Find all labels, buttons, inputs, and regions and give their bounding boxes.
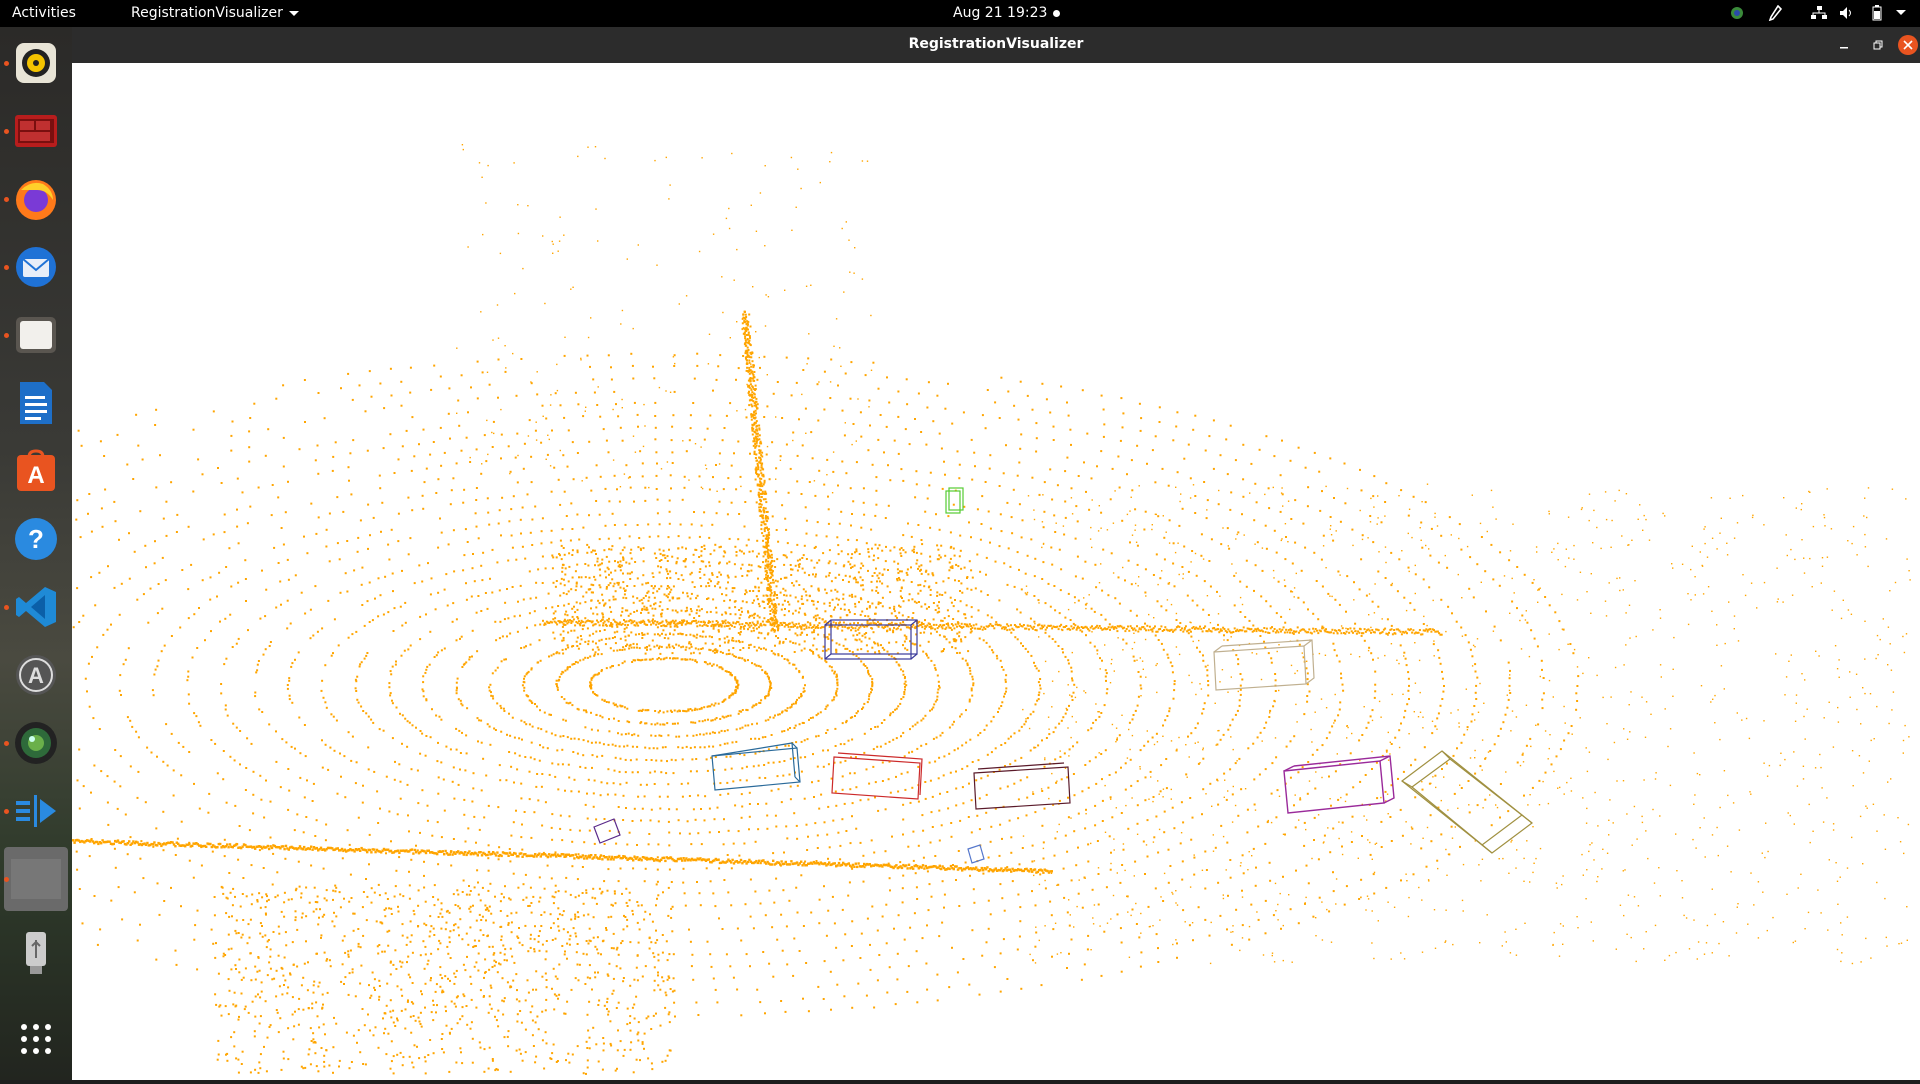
dock-software-updater[interactable]: A — [8, 647, 64, 703]
volume-icon[interactable] — [1838, 4, 1856, 22]
network-icon[interactable] — [1810, 4, 1828, 22]
bbox-car-4[interactable] — [973, 762, 1071, 810]
chevron-down-icon[interactable] — [1893, 4, 1909, 22]
dock-rhythmbox[interactable] — [8, 35, 64, 91]
running-indicator — [4, 129, 9, 134]
vscode-icon — [16, 587, 56, 627]
battery-icon[interactable] — [1868, 4, 1886, 22]
chevron-down-icon — [288, 10, 299, 16]
dock-writer[interactable] — [8, 375, 64, 431]
dock-terminal[interactable] — [8, 103, 64, 159]
dock-thunderbird[interactable] — [8, 239, 64, 295]
help-icon: ? — [15, 518, 57, 560]
show-applications-button[interactable] — [8, 1011, 64, 1067]
bbox-cyclist-2[interactable] — [967, 844, 985, 864]
window-thumb-icon — [11, 859, 61, 899]
app-menu[interactable]: RegistrationVisualizer — [131, 5, 299, 21]
mail-icon — [16, 247, 56, 287]
dock-usb-drive[interactable] — [8, 925, 64, 981]
maximize-button[interactable] — [1868, 35, 1888, 55]
running-indicator — [4, 809, 9, 814]
dock-software[interactable]: A — [8, 443, 64, 499]
pen-icon[interactable] — [1766, 4, 1784, 22]
speaker-icon — [16, 43, 56, 83]
point-cloud-viewport[interactable] — [72, 63, 1920, 1080]
folder-icon — [16, 317, 56, 353]
bounding-boxes — [593, 487, 1533, 864]
close-button[interactable] — [1898, 35, 1918, 55]
activities-button[interactable]: Activities — [12, 5, 76, 21]
running-indicator — [4, 333, 9, 338]
app-window: RegistrationVisualizer — [72, 27, 1920, 1080]
dock-firefox[interactable] — [8, 171, 64, 227]
point-cloud[interactable] — [72, 63, 1920, 1080]
svg-text:A: A — [28, 663, 44, 688]
svg-text:A: A — [27, 462, 44, 489]
running-indicator — [4, 605, 9, 610]
title-bar[interactable]: RegistrationVisualizer — [72, 27, 1920, 63]
notification-dot — [1053, 10, 1060, 17]
updater-icon: A — [16, 655, 56, 695]
bbox-cyclist-1[interactable] — [593, 818, 621, 844]
bbox-pedestrian-1[interactable] — [945, 487, 964, 514]
running-indicator — [4, 197, 9, 202]
close-icon — [1903, 40, 1913, 50]
svg-text:?: ? — [28, 524, 44, 554]
terminal-icon — [15, 115, 57, 147]
dock: A ? A — [0, 27, 72, 1080]
running-indicator — [4, 741, 9, 746]
arrow-icon — [16, 795, 56, 827]
dock-registration-visualizer[interactable] — [4, 847, 68, 911]
dock-vscode[interactable] — [8, 579, 64, 635]
minimize-button[interactable] — [1834, 35, 1854, 55]
lidar-points — [72, 144, 1911, 1075]
minimize-icon — [1840, 47, 1848, 49]
bbox-car-2[interactable] — [711, 742, 801, 791]
bbox-car-6[interactable] — [1283, 755, 1395, 814]
running-indicator — [4, 265, 9, 270]
store-icon: A — [17, 449, 55, 491]
document-icon — [20, 382, 52, 424]
running-indicator — [4, 61, 9, 66]
bbox-truck-1[interactable] — [1401, 750, 1533, 854]
restore-icon — [1873, 40, 1883, 50]
clock[interactable]: Aug 21 19:23 — [953, 5, 1047, 21]
dock-camera[interactable] — [8, 715, 64, 771]
firefox-icon — [16, 180, 56, 220]
chrome-icon[interactable] — [1728, 4, 1746, 22]
running-indicator — [4, 877, 9, 882]
dock-files[interactable] — [8, 307, 64, 363]
top-bar: Activities RegistrationVisualizer Aug 21… — [0, 0, 1920, 27]
usb-icon — [26, 932, 46, 974]
app-menu-label: RegistrationVisualizer — [131, 5, 283, 21]
window-title: RegistrationVisualizer — [908, 36, 1084, 52]
grid-icon — [21, 1024, 51, 1054]
bbox-car-5[interactable] — [1213, 639, 1315, 691]
dock-help[interactable]: ? — [8, 511, 64, 567]
dock-launcher[interactable] — [8, 783, 64, 839]
lens-icon — [15, 722, 57, 764]
